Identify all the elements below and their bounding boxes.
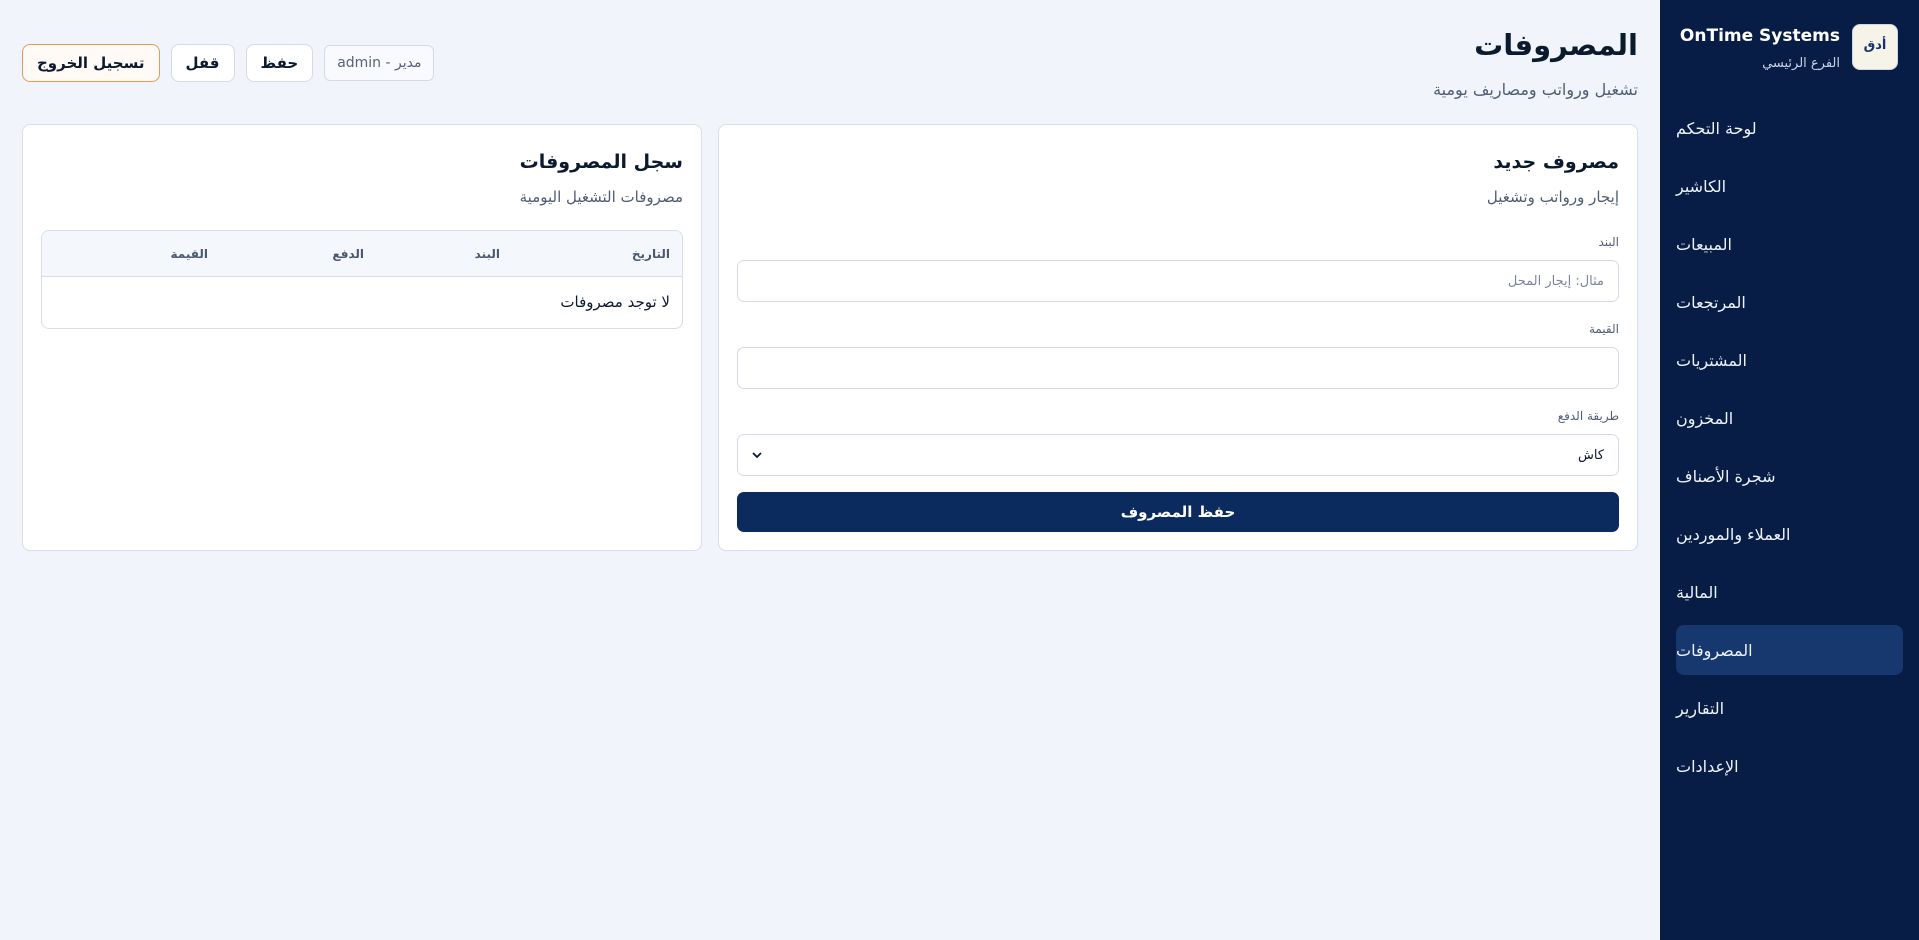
logout-button[interactable]: تسجيل الخروج	[22, 44, 160, 82]
sidebar: أدق OnTime Systems الفرع الرئيسي لوحة ال…	[1660, 0, 1919, 940]
page-subtitle: تشغيل ورواتب ومصاريف يومية	[1433, 80, 1638, 99]
branch-name: الفرع الرئيسي	[1762, 56, 1840, 71]
column-header-payment: الدفع	[332, 247, 364, 261]
expense-table: التاريخ البند الدفع القيمة لا توجد مصروف…	[41, 230, 683, 329]
sidebar-item-settings[interactable]: الإعدادات	[1676, 741, 1903, 791]
sidebar-item-expenses[interactable]: المصروفات	[1676, 625, 1903, 675]
logo-text: أدق	[1863, 38, 1887, 53]
sidebar-item-purchases[interactable]: المشتريات	[1676, 335, 1903, 385]
sidebar-item-categories[interactable]: شجرة الأصناف	[1676, 451, 1903, 501]
payment-method-value: كاش	[1577, 447, 1604, 463]
brand-text: OnTime Systems الفرع الرئيسي	[1680, 24, 1840, 71]
new-expense-card: مصروف جديد إيجار ورواتب وتشغيل البند الق…	[718, 124, 1638, 551]
amount-label: القيمة	[1588, 322, 1619, 336]
column-header-date: التاريخ	[631, 247, 670, 261]
item-input[interactable]	[737, 260, 1619, 302]
table-header: التاريخ البند الدفع القيمة	[42, 231, 682, 277]
brand-name: OnTime Systems	[1679, 26, 1840, 46]
chevron-down-icon	[752, 448, 762, 462]
sidebar-item-customers-suppliers[interactable]: العملاء والموردين	[1676, 509, 1903, 559]
save-button[interactable]: حفظ	[245, 44, 314, 82]
new-expense-title: مصروف جديد	[1493, 151, 1619, 173]
sidebar-item-finance[interactable]: المالية	[1676, 567, 1903, 617]
empty-state: لا توجد مصروفات	[560, 293, 670, 311]
column-header-item: البند	[474, 247, 500, 261]
sidebar-item-sales[interactable]: المبيعات	[1676, 219, 1903, 269]
sidebar-item-inventory[interactable]: المخزون	[1676, 393, 1903, 443]
brand-logo: أدق	[1852, 24, 1898, 70]
column-header-amount: القيمة	[170, 247, 208, 261]
brand: أدق OnTime Systems الفرع الرئيسي	[1680, 24, 1898, 71]
sidebar-item-cashier[interactable]: الكاشير	[1676, 161, 1903, 211]
sidebar-item-dashboard[interactable]: لوحة التحكم	[1676, 103, 1903, 153]
payment-method-select[interactable]: كاش	[737, 434, 1619, 476]
payment-method-label: طريقة الدفع	[1557, 409, 1619, 423]
sidebar-nav: لوحة التحكم الكاشير المبيعات المرتجعات ا…	[1676, 103, 1903, 799]
lock-button[interactable]: قفل	[170, 44, 235, 82]
top-actions: تسجيل الخروج قفل حفظ admin - مدير	[22, 44, 435, 82]
item-label: البند	[1598, 235, 1619, 249]
new-expense-subtitle: إيجار ورواتب وتشغيل	[1486, 188, 1619, 206]
page-title: المصروفات	[1474, 28, 1638, 62]
expense-log-card: سجل المصروفات مصروفات التشغيل اليومية ال…	[22, 124, 702, 551]
sidebar-item-reports[interactable]: التقارير	[1676, 683, 1903, 733]
expense-log-subtitle: مصروفات التشغيل اليومية	[519, 188, 683, 206]
amount-input[interactable]	[737, 347, 1619, 389]
expense-log-title: سجل المصروفات	[519, 151, 683, 173]
user-badge: admin - مدير	[324, 45, 435, 81]
save-expense-button[interactable]: حفظ المصروف	[737, 492, 1619, 532]
sidebar-item-returns[interactable]: المرتجعات	[1676, 277, 1903, 327]
